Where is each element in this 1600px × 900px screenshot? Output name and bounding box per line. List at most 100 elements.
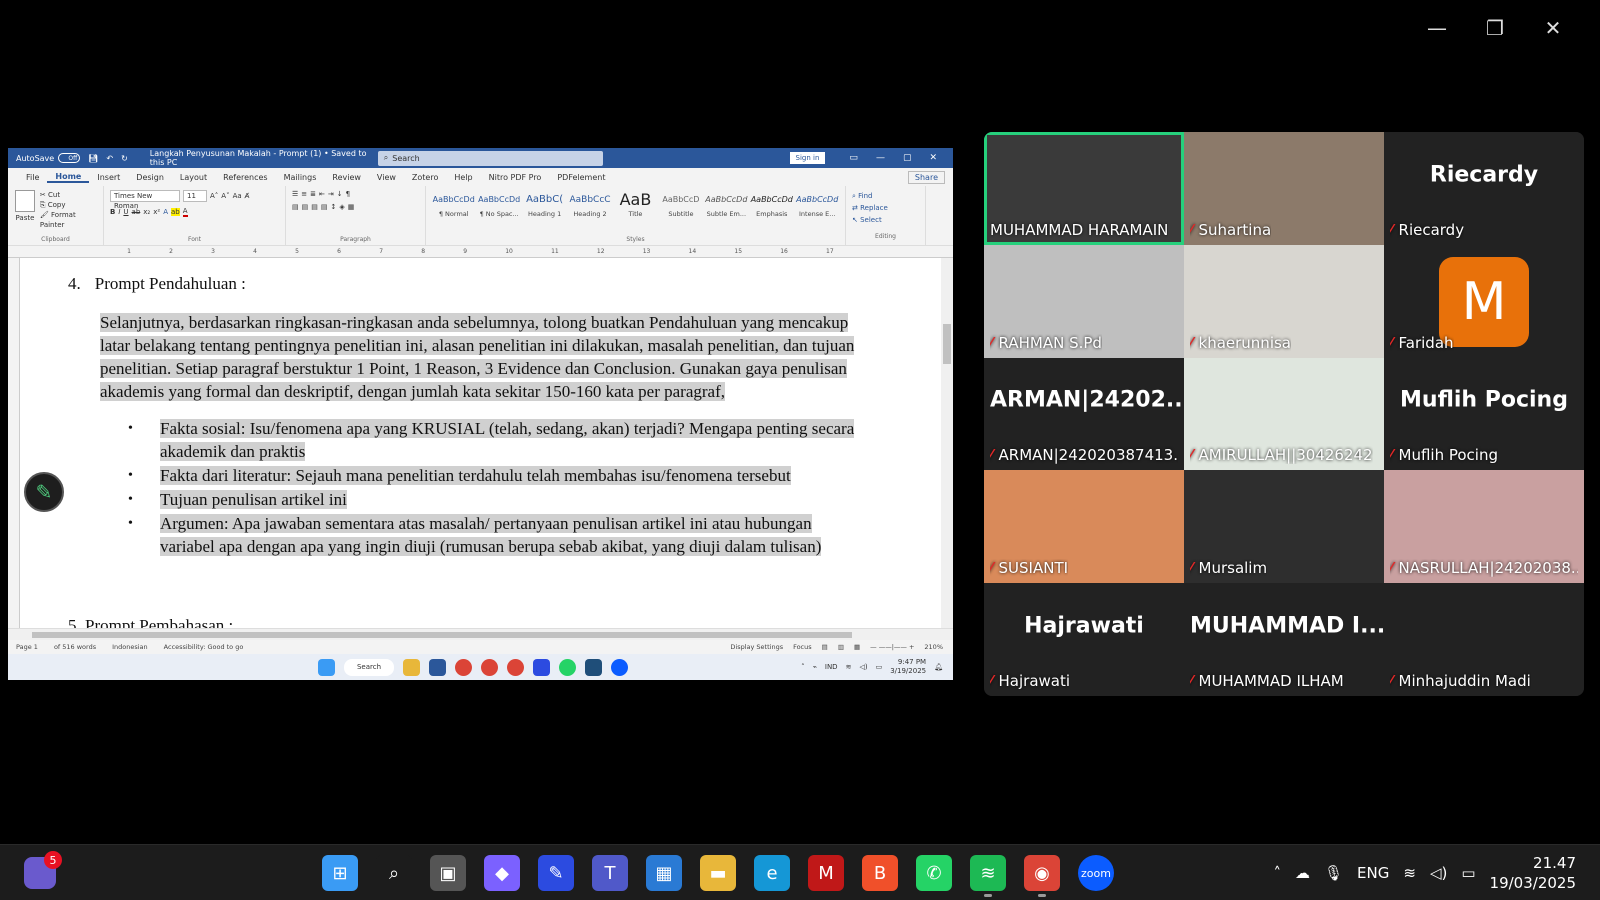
- participant-tile[interactable]: M ⁄ Faridah: [1384, 244, 1584, 358]
- style-heading-1[interactable]: AaBbC(Heading 1: [523, 190, 566, 224]
- notification-icon[interactable]: 🔔︎: [934, 663, 943, 671]
- mcafee-icon[interactable]: M: [808, 855, 844, 891]
- tab-help[interactable]: Help: [446, 173, 480, 182]
- font-size-select[interactable]: 11: [183, 190, 207, 202]
- tab-layout[interactable]: Layout: [172, 173, 215, 182]
- list-item[interactable]: • Tujuan penulisan artikel ini: [128, 488, 868, 511]
- focus-mode[interactable]: Focus: [793, 643, 812, 651]
- autosave[interactable]: AutoSave Off: [16, 153, 81, 163]
- participant-tile[interactable]: ⁄ khaerunnisa: [1184, 244, 1384, 358]
- battery-icon[interactable]: ▭: [1461, 864, 1475, 882]
- underline-icon[interactable]: U: [123, 208, 128, 216]
- task-view-icon[interactable]: ▣: [430, 855, 466, 891]
- bold-icon[interactable]: B: [110, 208, 115, 216]
- edge-icon[interactable]: e: [754, 855, 790, 891]
- close-icon[interactable]: ✕: [1524, 14, 1582, 42]
- clear-format-icon[interactable]: A̸: [245, 192, 250, 200]
- microphone-icon[interactable]: 🎙︎: [1324, 864, 1343, 882]
- app-blue-icon[interactable]: ✎: [538, 855, 574, 891]
- shrink-font-icon[interactable]: A˅: [221, 192, 229, 200]
- wifi-icon[interactable]: ≋: [846, 663, 852, 671]
- undo-icon[interactable]: ↶: [106, 154, 113, 163]
- scroll-thumb[interactable]: [943, 324, 951, 364]
- highlight-icon[interactable]: ab: [170, 208, 180, 216]
- participant-tile[interactable]: Riecardy ⁄ Riecardy: [1384, 132, 1584, 245]
- shading-icon[interactable]: ◈: [339, 203, 344, 211]
- align-left-icon[interactable]: ▤: [292, 203, 299, 211]
- tab-home[interactable]: Home: [47, 172, 90, 183]
- justify-icon[interactable]: ▤: [321, 203, 328, 211]
- select-button[interactable]: ↖ Select: [852, 214, 919, 226]
- clock[interactable]: 21.47 19/03/2025: [1490, 853, 1576, 893]
- format-painter-button[interactable]: 🖌︎ Format Painter: [40, 210, 97, 230]
- text-effects-icon[interactable]: A: [163, 208, 168, 216]
- start-icon[interactable]: [318, 658, 335, 676]
- word-search-box[interactable]: ⌕ Search: [377, 150, 603, 166]
- tab-view[interactable]: View: [369, 173, 404, 182]
- participant-tile[interactable]: ⁄ Minhajuddin Madi: [1384, 583, 1584, 696]
- find-button[interactable]: ⌕ Find: [852, 190, 919, 202]
- style-no-spacing[interactable]: AaBbCcDd ¶ No Spac...: [477, 190, 520, 224]
- chrome-icon[interactable]: [481, 658, 498, 676]
- tab-mailings[interactable]: Mailings: [276, 173, 325, 182]
- subscript-icon[interactable]: x₂: [143, 208, 150, 216]
- whatsapp-icon[interactable]: ✆: [916, 855, 952, 891]
- document-title[interactable]: Langkah Penyusunan Makalah - Prompt (1) …: [150, 149, 370, 167]
- chevron-up-icon[interactable]: ˄: [1274, 864, 1282, 882]
- selected-paragraph[interactable]: Selanjutnya, berdasarkan ringkasan-ringk…: [100, 313, 855, 401]
- copy-button[interactable]: ⎘ Copy: [40, 200, 97, 210]
- change-case-icon[interactable]: Aa: [233, 192, 242, 200]
- annotate-pen-button[interactable]: ✎: [24, 472, 64, 512]
- style-subtle-emphasis[interactable]: AaBbCcDd Subtle Em...: [705, 190, 748, 224]
- cloud-icon[interactable]: ☁: [1295, 864, 1310, 882]
- align-center-icon[interactable]: ▤: [302, 203, 309, 211]
- cut-button[interactable]: ✂ Cut: [40, 190, 97, 200]
- style-normal[interactable]: AaBbCcDd ¶ Normal: [432, 190, 475, 224]
- increase-indent-icon[interactable]: ⇥: [328, 190, 334, 198]
- participant-tile[interactable]: Muflih Pocing ⁄ Muflih Pocing: [1384, 357, 1584, 471]
- participant-tile[interactable]: Hajrawati ⁄ Hajrawati: [984, 583, 1184, 696]
- style-intense-emphasis[interactable]: AaBbCcDd Intense E...: [796, 190, 839, 224]
- participant-tile[interactable]: ⁄ SUSIANTI: [984, 470, 1184, 584]
- participant-tile[interactable]: ⁄ RAHMAN S.Pd: [984, 244, 1184, 358]
- decrease-indent-icon[interactable]: ⇤: [319, 190, 325, 198]
- chrome-icon[interactable]: [507, 658, 524, 676]
- participant-tile[interactable]: ⁄ Mursalim: [1184, 470, 1384, 584]
- participant-tile[interactable]: ⁄ Suhartina: [1184, 132, 1384, 245]
- sort-icon[interactable]: ↓: [337, 190, 343, 198]
- word-minimize-icon[interactable]: —: [876, 153, 885, 163]
- ribbon-display-icon[interactable]: ▭: [849, 153, 858, 163]
- italic-icon[interactable]: I: [118, 208, 120, 216]
- widgets-button[interactable]: 5: [24, 851, 62, 889]
- restore-icon[interactable]: ❐: [1466, 14, 1524, 42]
- bullets-icon[interactable]: ☰: [292, 190, 298, 198]
- whatsapp-icon[interactable]: [559, 658, 576, 676]
- participant-tile[interactable]: ARMAN|24202... ⁄ ARMAN|242020387413...: [984, 357, 1184, 471]
- show-marks-icon[interactable]: ¶: [346, 190, 350, 198]
- line-spacing-icon[interactable]: ↕: [331, 203, 337, 211]
- strikethrough-icon[interactable]: ab: [132, 208, 141, 216]
- redo-icon[interactable]: ↻: [121, 154, 128, 163]
- numbering-icon[interactable]: ≡: [301, 190, 307, 198]
- volume-icon[interactable]: ◁): [1430, 864, 1447, 882]
- paste-button[interactable]: Paste: [14, 190, 36, 241]
- zoom-icon[interactable]: zoom: [1078, 855, 1114, 891]
- file-explorer-icon[interactable]: ▬: [700, 855, 736, 891]
- print-layout-icon[interactable]: ▥: [838, 643, 844, 651]
- web-layout-icon[interactable]: ▦: [854, 643, 860, 651]
- share-button[interactable]: Share: [907, 170, 945, 184]
- language-indicator[interactable]: Indonesian: [112, 643, 148, 651]
- sign-in-button[interactable]: Sign in: [789, 152, 826, 164]
- page-indicator[interactable]: Page 1: [16, 643, 38, 651]
- list-item[interactable]: • Argumen: Apa jawaban sementara atas mas…: [128, 512, 868, 558]
- display-settings[interactable]: Display Settings: [730, 643, 783, 651]
- brave-icon[interactable]: B: [862, 855, 898, 891]
- store-icon[interactable]: ▦: [646, 855, 682, 891]
- borders-icon[interactable]: ▦: [348, 203, 355, 211]
- participant-tile[interactable]: ⁄ AMIRULLAH||30426242: [1184, 357, 1384, 471]
- language-indicator[interactable]: ENG: [1357, 864, 1389, 882]
- document-page[interactable]: 4. Prompt Pendahuluan : Selanjutnya, ber…: [68, 272, 868, 559]
- tab-zotero[interactable]: Zotero: [404, 173, 446, 182]
- copilot-icon[interactable]: ◆: [484, 855, 520, 891]
- teams-icon[interactable]: T: [592, 855, 628, 891]
